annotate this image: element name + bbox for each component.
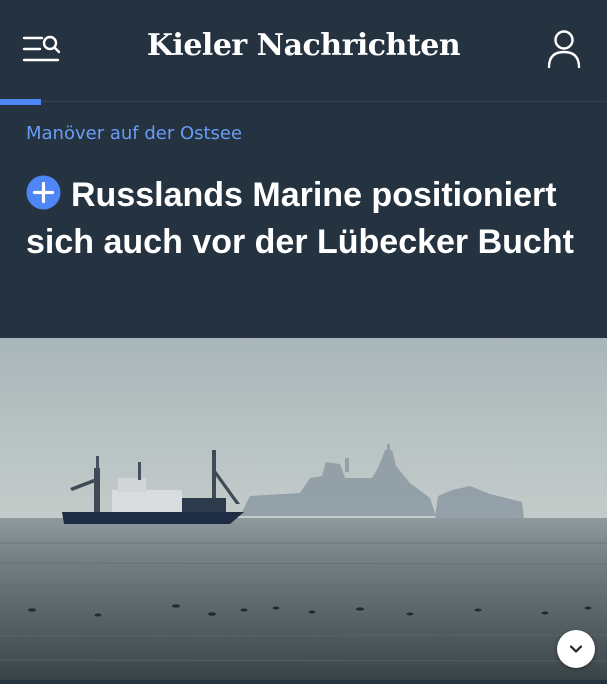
article-title-text: Russlands Marine positioniert sich auch … [26,176,574,261]
user-account-button[interactable] [544,28,584,70]
chevron-down-icon [569,645,583,653]
article-headline: Russlands Marine positioniert sich auch … [26,172,586,266]
header-divider [41,101,607,102]
site-header: Kieler Nachrichten [0,0,607,100]
article-hero-image[interactable] [0,338,607,680]
article-kicker[interactable]: Manöver auf der Ostsee [26,123,242,144]
user-icon [547,30,581,69]
reading-progress-bar [0,99,41,105]
scroll-down-button[interactable] [557,630,595,668]
plus-circle-icon [26,175,61,210]
site-logo[interactable]: Kieler Nachrichten [0,28,607,63]
